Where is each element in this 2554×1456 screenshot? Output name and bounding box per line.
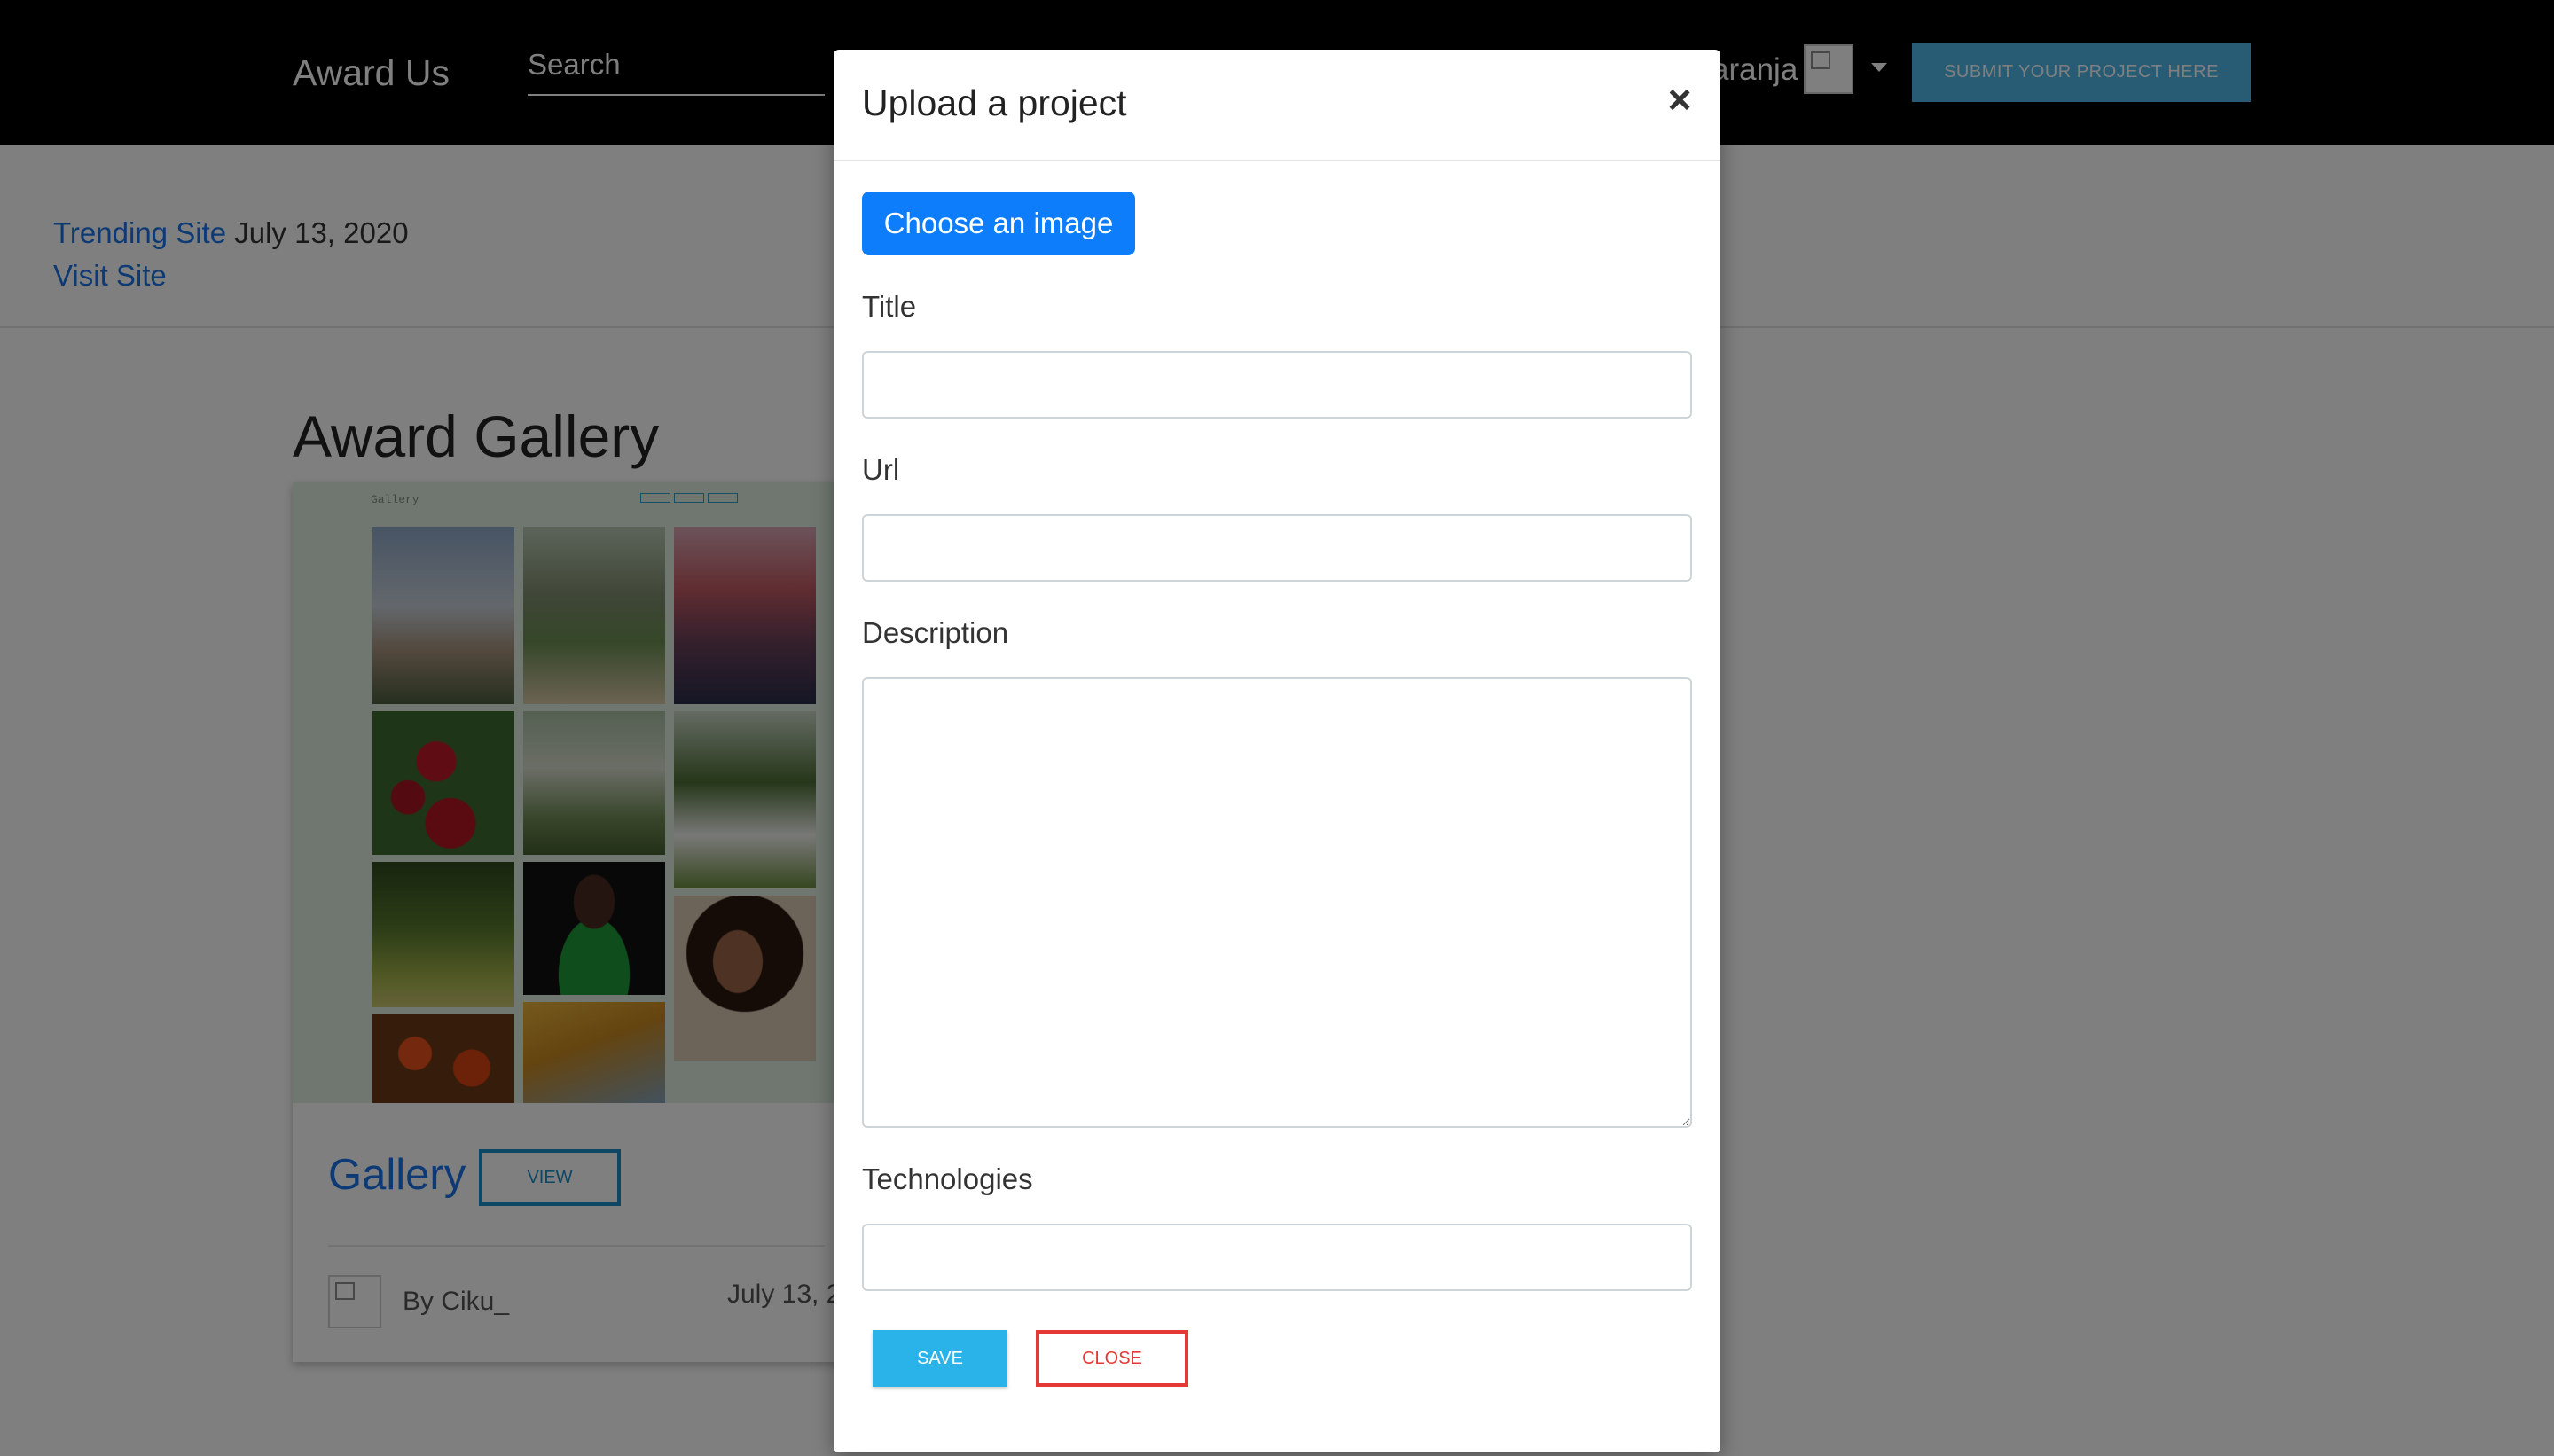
save-button[interactable]: SAVE (873, 1330, 1007, 1387)
choose-image-button[interactable]: Choose an image (862, 192, 1135, 255)
url-input[interactable] (862, 514, 1692, 582)
title-input[interactable] (862, 351, 1692, 419)
close-icon[interactable]: × (1660, 79, 1699, 121)
upload-project-modal: Upload a project × Choose an image Title… (834, 50, 1720, 1452)
modal-header-divider (834, 160, 1720, 161)
close-button[interactable]: CLOSE (1036, 1330, 1188, 1387)
description-label: Description (862, 616, 1009, 649)
technologies-input[interactable] (862, 1224, 1692, 1291)
technologies-label: Technologies (862, 1162, 1033, 1195)
modal-title: Upload a project (862, 82, 1127, 123)
title-label: Title (862, 290, 917, 323)
url-label: Url (862, 453, 900, 486)
description-textarea[interactable] (862, 677, 1692, 1128)
